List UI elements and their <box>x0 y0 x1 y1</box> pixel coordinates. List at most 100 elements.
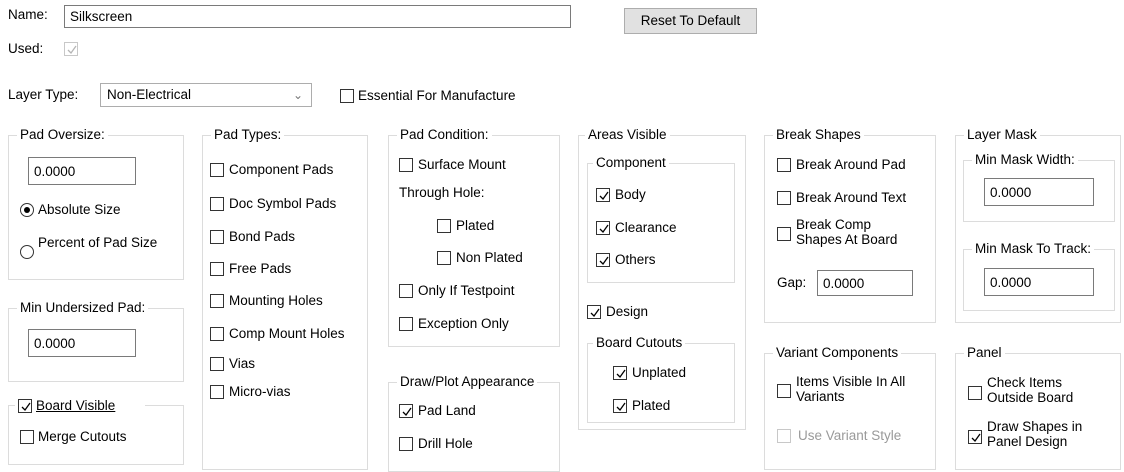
exception-only-label: Exception Only <box>418 316 509 331</box>
check-items-line2: Outside Board <box>987 390 1074 405</box>
items-visible-checkbox[interactable] <box>777 384 791 398</box>
layer-mask-title: Layer Mask <box>964 127 1040 143</box>
break-around-text-label: Break Around Text <box>796 190 907 205</box>
micro-vias-label: Micro-vias <box>229 384 291 399</box>
essential-for-manufacture-checkbox[interactable] <box>340 89 354 103</box>
others-checkbox[interactable] <box>596 253 610 267</box>
check-items-line1: Check Items <box>987 375 1063 390</box>
check-icon <box>590 308 600 318</box>
board-visible-checkbox[interactable] <box>18 399 32 413</box>
unplated-label: Unplated <box>632 365 687 380</box>
only-if-testpoint-label: Only If Testpoint <box>418 283 515 298</box>
check-icon <box>971 433 981 443</box>
free-pads-checkbox[interactable] <box>210 262 224 276</box>
component-pads-checkbox[interactable] <box>210 163 224 177</box>
break-shapes-title: Break Shapes <box>773 127 864 143</box>
break-around-pad-label: Break Around Pad <box>796 157 906 172</box>
board-visible-label: Board Visible <box>36 398 116 413</box>
min-undersized-pad-input[interactable] <box>28 329 136 357</box>
vias-checkbox[interactable] <box>210 357 224 371</box>
design-checkbox[interactable] <box>587 305 601 319</box>
variant-components-title: Variant Components <box>773 345 902 361</box>
through-hole-label: Through Hole: <box>399 185 485 200</box>
check-icon <box>616 402 626 412</box>
min-mask-to-track-input[interactable] <box>984 268 1094 296</box>
layer-type-label: Layer Type: <box>8 87 79 102</box>
gap-label: Gap: <box>777 275 807 290</box>
layer-type-select[interactable]: Non-Electrical ⌄ <box>100 83 312 107</box>
only-if-testpoint-checkbox[interactable] <box>399 284 413 298</box>
break-comp-shapes-label: Break Comp Shapes At Board <box>796 217 897 247</box>
bond-pads-checkbox[interactable] <box>210 230 224 244</box>
panel-title: Panel <box>964 345 1005 361</box>
check-items-outside-board-label: Check Items Outside Board <box>987 375 1073 405</box>
board-cutouts-title: Board Cutouts <box>593 335 686 351</box>
merge-cutouts-checkbox[interactable] <box>20 430 34 444</box>
chevron-down-icon[interactable]: ⌄ <box>293 88 303 102</box>
min-mask-to-track-title: Min Mask To Track: <box>972 241 1095 257</box>
comp-mount-holes-label: Comp Mount Holes <box>229 326 345 341</box>
used-label: Used: <box>8 41 44 56</box>
exception-only-checkbox[interactable] <box>399 317 413 331</box>
plated-label: Plated <box>456 218 495 233</box>
clearance-checkbox[interactable] <box>596 221 610 235</box>
draw-shapes-in-panel-design-label: Draw Shapes in Panel Design <box>987 419 1082 449</box>
name-input[interactable] <box>64 5 571 28</box>
essential-for-manufacture-label: Essential For Manufacture <box>358 88 516 103</box>
plated-area-checkbox[interactable] <box>613 399 627 413</box>
check-icon <box>599 224 609 234</box>
reset-to-default-button[interactable]: Reset To Default <box>624 8 757 34</box>
check-icon <box>21 402 31 412</box>
check-items-outside-board-checkbox[interactable] <box>968 386 982 400</box>
check-icon <box>402 407 412 417</box>
absolute-size-radio[interactable] <box>20 203 34 217</box>
pad-condition-title: Pad Condition: <box>397 127 492 143</box>
panel-group: Panel <box>955 345 1121 470</box>
plated-area-label: Plated <box>632 398 671 413</box>
bond-pads-label: Bond Pads <box>229 229 296 244</box>
doc-symbol-pads-checkbox[interactable] <box>210 197 224 211</box>
break-comp-shapes-line1: Break Comp <box>796 217 872 232</box>
break-comp-shapes-checkbox[interactable] <box>777 227 791 241</box>
break-around-pad-checkbox[interactable] <box>777 158 791 172</box>
pad-land-checkbox[interactable] <box>399 404 413 418</box>
draw-plot-appearance-group: Draw/Plot Appearance <box>388 374 560 472</box>
used-checkbox[interactable] <box>64 42 78 56</box>
items-visible-line2: Variants <box>796 389 845 404</box>
gap-input[interactable] <box>817 270 913 296</box>
draw-shapes-line2: Panel Design <box>987 434 1068 449</box>
break-around-text-checkbox[interactable] <box>777 191 791 205</box>
plated-checkbox[interactable] <box>437 219 451 233</box>
name-label: Name: <box>8 7 48 22</box>
check-icon <box>616 369 626 379</box>
body-checkbox[interactable] <box>596 188 610 202</box>
non-plated-label: Non Plated <box>456 250 523 265</box>
items-visible-line1: Items Visible In All <box>796 374 906 389</box>
pad-land-label: Pad Land <box>418 403 476 418</box>
pad-oversize-input[interactable] <box>28 157 136 185</box>
body-label: Body <box>615 187 646 202</box>
check-icon <box>599 191 609 201</box>
non-plated-checkbox[interactable] <box>437 251 451 265</box>
unplated-checkbox[interactable] <box>613 366 627 380</box>
min-mask-width-input[interactable] <box>984 178 1094 206</box>
areas-visible-title: Areas Visible <box>585 127 670 143</box>
percent-of-pad-size-radio[interactable] <box>20 245 34 259</box>
use-variant-style-checkbox[interactable] <box>777 429 791 443</box>
mounting-holes-checkbox[interactable] <box>210 294 224 308</box>
drill-hole-checkbox[interactable] <box>399 437 413 451</box>
variant-components-group: Variant Components <box>764 345 936 470</box>
break-comp-shapes-line2: Shapes At Board <box>796 232 898 247</box>
vias-label: Vias <box>229 356 256 371</box>
check-icon <box>599 256 609 266</box>
comp-mount-holes-checkbox[interactable] <box>210 327 224 341</box>
draw-shapes-in-panel-design-checkbox[interactable] <box>968 430 982 444</box>
mounting-holes-label: Mounting Holes <box>229 293 323 308</box>
design-label: Design <box>606 304 649 319</box>
micro-vias-checkbox[interactable] <box>210 385 224 399</box>
free-pads-label: Free Pads <box>229 261 292 276</box>
percent-of-pad-size-label: Percent of Pad Size <box>38 235 158 250</box>
min-undersized-pad-title: Min Undersized Pad: <box>17 300 149 316</box>
draw-plot-appearance-title: Draw/Plot Appearance <box>397 374 538 390</box>
surface-mount-checkbox[interactable] <box>399 158 413 172</box>
